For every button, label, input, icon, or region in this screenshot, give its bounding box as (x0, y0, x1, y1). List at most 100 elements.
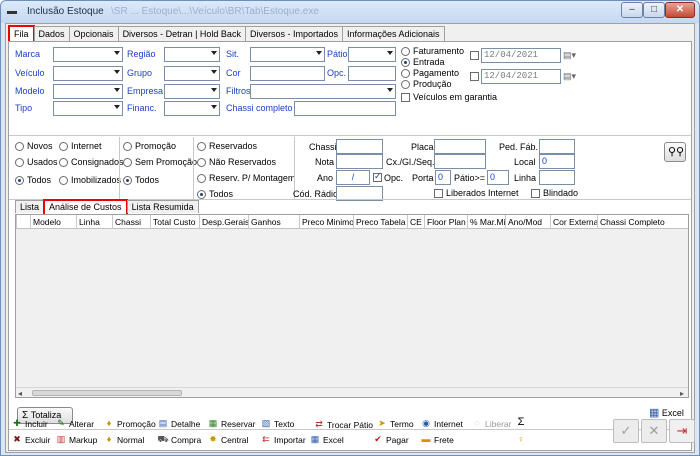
column-header[interactable]: Cor Externa (550, 215, 597, 229)
column-header[interactable]: Chassi Completo (597, 215, 688, 229)
internet-radio[interactable] (59, 142, 68, 151)
blindado-checkbox[interactable] (531, 189, 540, 198)
tab-opcionais[interactable]: Opcionais (68, 26, 119, 41)
column-header[interactable]: CE (407, 215, 424, 229)
date2-input[interactable]: 12/04/2021 (481, 69, 561, 84)
placa-input[interactable] (434, 139, 486, 154)
reservar-button[interactable]: ▦ Reservar (207, 418, 256, 429)
texto-button[interactable]: ▧ Texto (260, 418, 295, 429)
todos-reserva-radio[interactable] (197, 190, 206, 199)
novos-radio[interactable] (15, 142, 24, 151)
reserv-montagem-radio[interactable] (197, 174, 206, 183)
column-header[interactable]: Total Custo (150, 215, 199, 229)
porta-input[interactable]: 0 (435, 170, 451, 185)
cx-gl-seq-input[interactable] (434, 154, 486, 169)
financ-select[interactable] (164, 101, 220, 116)
patio-ge-input[interactable]: 0 (487, 170, 509, 185)
faturamento-radio[interactable] (401, 47, 410, 56)
calendar-icon[interactable]: ▤▾ (563, 50, 576, 61)
promocao-radio[interactable] (123, 142, 132, 151)
markup-button[interactable]: ▥ Markup (55, 434, 98, 445)
sit-select[interactable] (250, 47, 325, 62)
opc-input[interactable] (348, 66, 396, 81)
tab-diversos-importados[interactable]: Diversos - Importados (244, 26, 343, 41)
pagamento-radio[interactable] (401, 69, 410, 78)
garantia-checkbox[interactable] (401, 93, 410, 102)
entrada-radio[interactable] (401, 58, 410, 67)
liberados-internet-checkbox[interactable] (434, 189, 443, 198)
excluir-button[interactable]: ✖ Excluir (11, 434, 50, 445)
scroll-left-icon[interactable]: ◂ (18, 389, 22, 398)
regiao-select[interactable] (164, 47, 220, 62)
frete-button[interactable]: ▬ Frete (420, 434, 454, 445)
column-header[interactable]: Desp.Gerais (199, 215, 248, 229)
column-header[interactable]: Ganhos (248, 215, 299, 229)
incluir-button[interactable]: ✚ Incluir (11, 418, 47, 429)
liberar-button[interactable]: ◌ Liberar (471, 418, 511, 429)
minimize-button[interactable]: – (621, 2, 643, 18)
nao-reservados-radio[interactable] (197, 158, 206, 167)
column-header[interactable]: Modelo (30, 215, 76, 229)
tab-lista[interactable]: Lista (15, 200, 45, 213)
cor-input[interactable] (250, 66, 325, 81)
modelo-select[interactable] (53, 84, 123, 99)
date2-checkbox[interactable] (470, 72, 479, 81)
veiculo-select[interactable] (53, 66, 123, 81)
horizontal-scrollbar[interactable]: ◂ ▸ (16, 387, 688, 398)
ano-input[interactable]: / (336, 170, 370, 185)
producao-radio[interactable] (401, 80, 410, 89)
compra-button[interactable]: ⛟ Compra (157, 434, 201, 445)
date1-checkbox[interactable] (470, 51, 479, 60)
column-header[interactable]: % Mar.Mi (467, 215, 505, 229)
grupo-select[interactable] (164, 66, 220, 81)
opc-checkbox[interactable] (373, 171, 382, 182)
termo-button[interactable]: ➤ Termo (376, 418, 413, 429)
column-header[interactable]: Preco Tabela (353, 215, 407, 229)
confirm-button[interactable]: ✓ (613, 419, 639, 443)
scroll-right-icon[interactable]: ▸ (680, 389, 684, 398)
alterar-button[interactable]: ✎ Alterar (55, 418, 94, 429)
usados-radio[interactable] (15, 158, 24, 167)
column-header[interactable]: Ano/Mod (505, 215, 550, 229)
close-button[interactable]: ✕ (665, 2, 695, 18)
tab-analise-de-custos[interactable]: Análise de Custos (43, 199, 128, 214)
custos-grid[interactable]: Modelo Linha Chassi Total Custo Desp.Ger… (15, 214, 689, 398)
tab-informacoes-adicionais[interactable]: Informações Adicionais (341, 26, 445, 41)
trocar-patio-button[interactable]: ⇄ Trocar Pátio (313, 419, 373, 430)
date1-input[interactable]: 12/04/2021 (481, 48, 561, 63)
tab-fila[interactable]: Fila (8, 25, 35, 42)
column-header[interactable]: Floor Plan (424, 215, 467, 229)
tipo-select[interactable] (53, 101, 123, 116)
promocao-button[interactable]: ♦ Promoção (103, 418, 156, 429)
sigma-button[interactable]: Σ (515, 417, 529, 428)
importar-button[interactable]: ⇇ Importar (260, 434, 305, 445)
excel-export-button[interactable]: ▦ Excel (309, 434, 344, 445)
chassi-completo-input[interactable] (294, 101, 396, 116)
sem-promocao-radio[interactable] (123, 158, 132, 167)
tab-lista-resumida[interactable]: Lista Resumida (126, 200, 199, 213)
chassi-input[interactable] (336, 139, 383, 154)
nota-input[interactable] (336, 154, 383, 169)
normal-button[interactable]: ♦ Normal (103, 434, 145, 445)
user-button[interactable]: ♀ (515, 434, 529, 445)
ped-fab-input[interactable] (539, 139, 575, 154)
internet-button[interactable]: ◉ Internet (420, 418, 463, 429)
column-header[interactable]: Preco Minimo (299, 215, 353, 229)
central-button[interactable]: ✸ Central (207, 434, 248, 445)
marca-select[interactable] (53, 47, 123, 62)
imobilizados-radio[interactable] (59, 176, 68, 185)
reservados-radio[interactable] (197, 142, 206, 151)
maximize-button[interactable]: □ (643, 2, 665, 18)
binoculars-icon[interactable]: ⚲⚲ (664, 142, 686, 162)
todos-status-radio[interactable] (15, 176, 24, 185)
todos-promo-radio[interactable] (123, 176, 132, 185)
pagar-button[interactable]: ✔ Pagar (372, 434, 408, 445)
filtros-select[interactable] (250, 84, 396, 99)
empresa-select[interactable] (164, 84, 220, 99)
column-header[interactable]: Linha (76, 215, 112, 229)
tab-dados[interactable]: Dados (33, 26, 70, 41)
column-header[interactable]: Chassi (112, 215, 150, 229)
scroll-thumb[interactable] (32, 390, 182, 396)
linha-input[interactable] (539, 170, 575, 185)
tab-diversos-detran[interactable]: Diversos - Detran | Hold Back (117, 26, 246, 41)
